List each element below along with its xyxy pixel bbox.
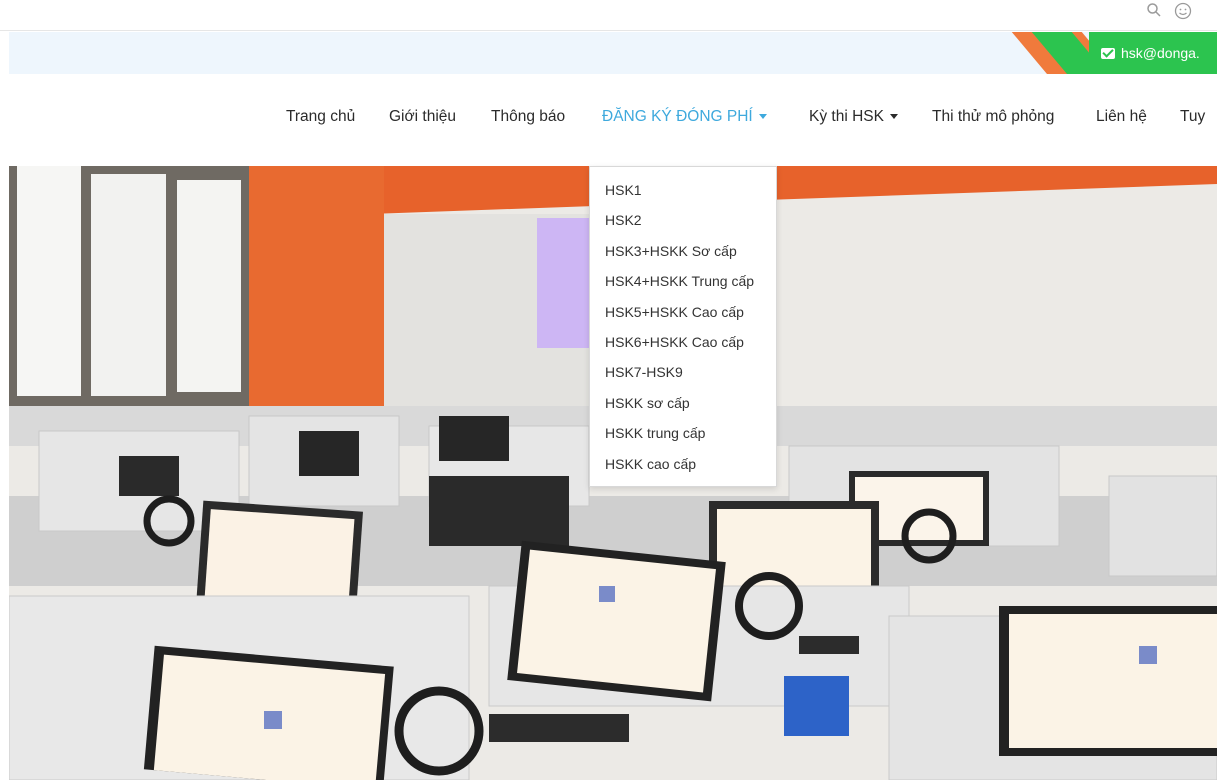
nav-home-label: Trang chủ [286, 108, 356, 125]
nav-hsk-exam[interactable]: Kỳ thi HSK [809, 108, 898, 126]
nav-about[interactable]: Giới thiệu [389, 108, 456, 126]
nav-home[interactable]: Trang chủ [286, 108, 355, 126]
search-icon[interactable] [1146, 2, 1162, 23]
dropdown-item-hsk5[interactable]: HSK5+HSKK Cao cấp [590, 297, 776, 327]
header-info-bar: hsk@donga. [9, 32, 1217, 74]
dropdown-item-hsk7-9[interactable]: HSK7-HSK9 [590, 357, 776, 387]
envelope-icon [1101, 47, 1115, 59]
nav-about-label: Giới thiệu [389, 108, 457, 125]
nav-mock-test-label: Thi thử mô phỏng [932, 108, 1055, 125]
nav-recruitment[interactable]: Tuy [1180, 108, 1205, 126]
nav-contact-label: Liên hệ [1096, 108, 1147, 125]
dropdown-item-hsk2[interactable]: HSK2 [590, 205, 776, 235]
smiley-icon[interactable] [1174, 2, 1192, 25]
nav-news[interactable]: Thông báo [491, 108, 565, 126]
nav-recruitment-label: Tuy [1180, 108, 1206, 125]
dropdown-item-hsk6[interactable]: HSK6+HSKK Cao cấp [590, 327, 776, 357]
nav-hsk-exam-label: Kỳ thi HSK [809, 108, 884, 125]
dropdown-item-hskk-beginner[interactable]: HSKK sơ cấp [590, 388, 776, 418]
chevron-down-icon [758, 114, 767, 120]
dropdown-item-hskk-advanced[interactable]: HSKK cao cấp [590, 449, 776, 479]
nav-news-label: Thông báo [491, 108, 566, 125]
chevron-down-icon [889, 114, 898, 120]
nav-registration-label: ĐĂNG KÝ ĐÓNG PHÍ [602, 108, 753, 125]
nav-registration[interactable]: ĐĂNG KÝ ĐÓNG PHÍ [602, 108, 767, 126]
email-contact[interactable]: hsk@donga. [1031, 32, 1217, 74]
dropdown-item-hsk4[interactable]: HSK4+HSKK Trung cấp [590, 266, 776, 296]
email-text[interactable]: hsk@donga. [1121, 45, 1200, 61]
dropdown-item-hskk-intermediate[interactable]: HSKK trung cấp [590, 418, 776, 448]
nav-contact[interactable]: Liên hệ [1096, 108, 1147, 126]
nav-mock-test[interactable]: Thi thử mô phỏng [932, 108, 1054, 126]
dropdown-item-hsk1[interactable]: HSK1 [590, 175, 776, 205]
dropdown-item-hsk3[interactable]: HSK3+HSKK Sơ cấp [590, 236, 776, 266]
registration-dropdown-menu: HSK1 HSK2 HSK3+HSKK Sơ cấp HSK4+HSKK Tru… [589, 166, 777, 487]
browser-top-strip [0, 0, 1217, 31]
main-nav: Trang chủ Giới thiệu Thông báo ĐĂNG KÝ Đ… [0, 108, 1217, 134]
